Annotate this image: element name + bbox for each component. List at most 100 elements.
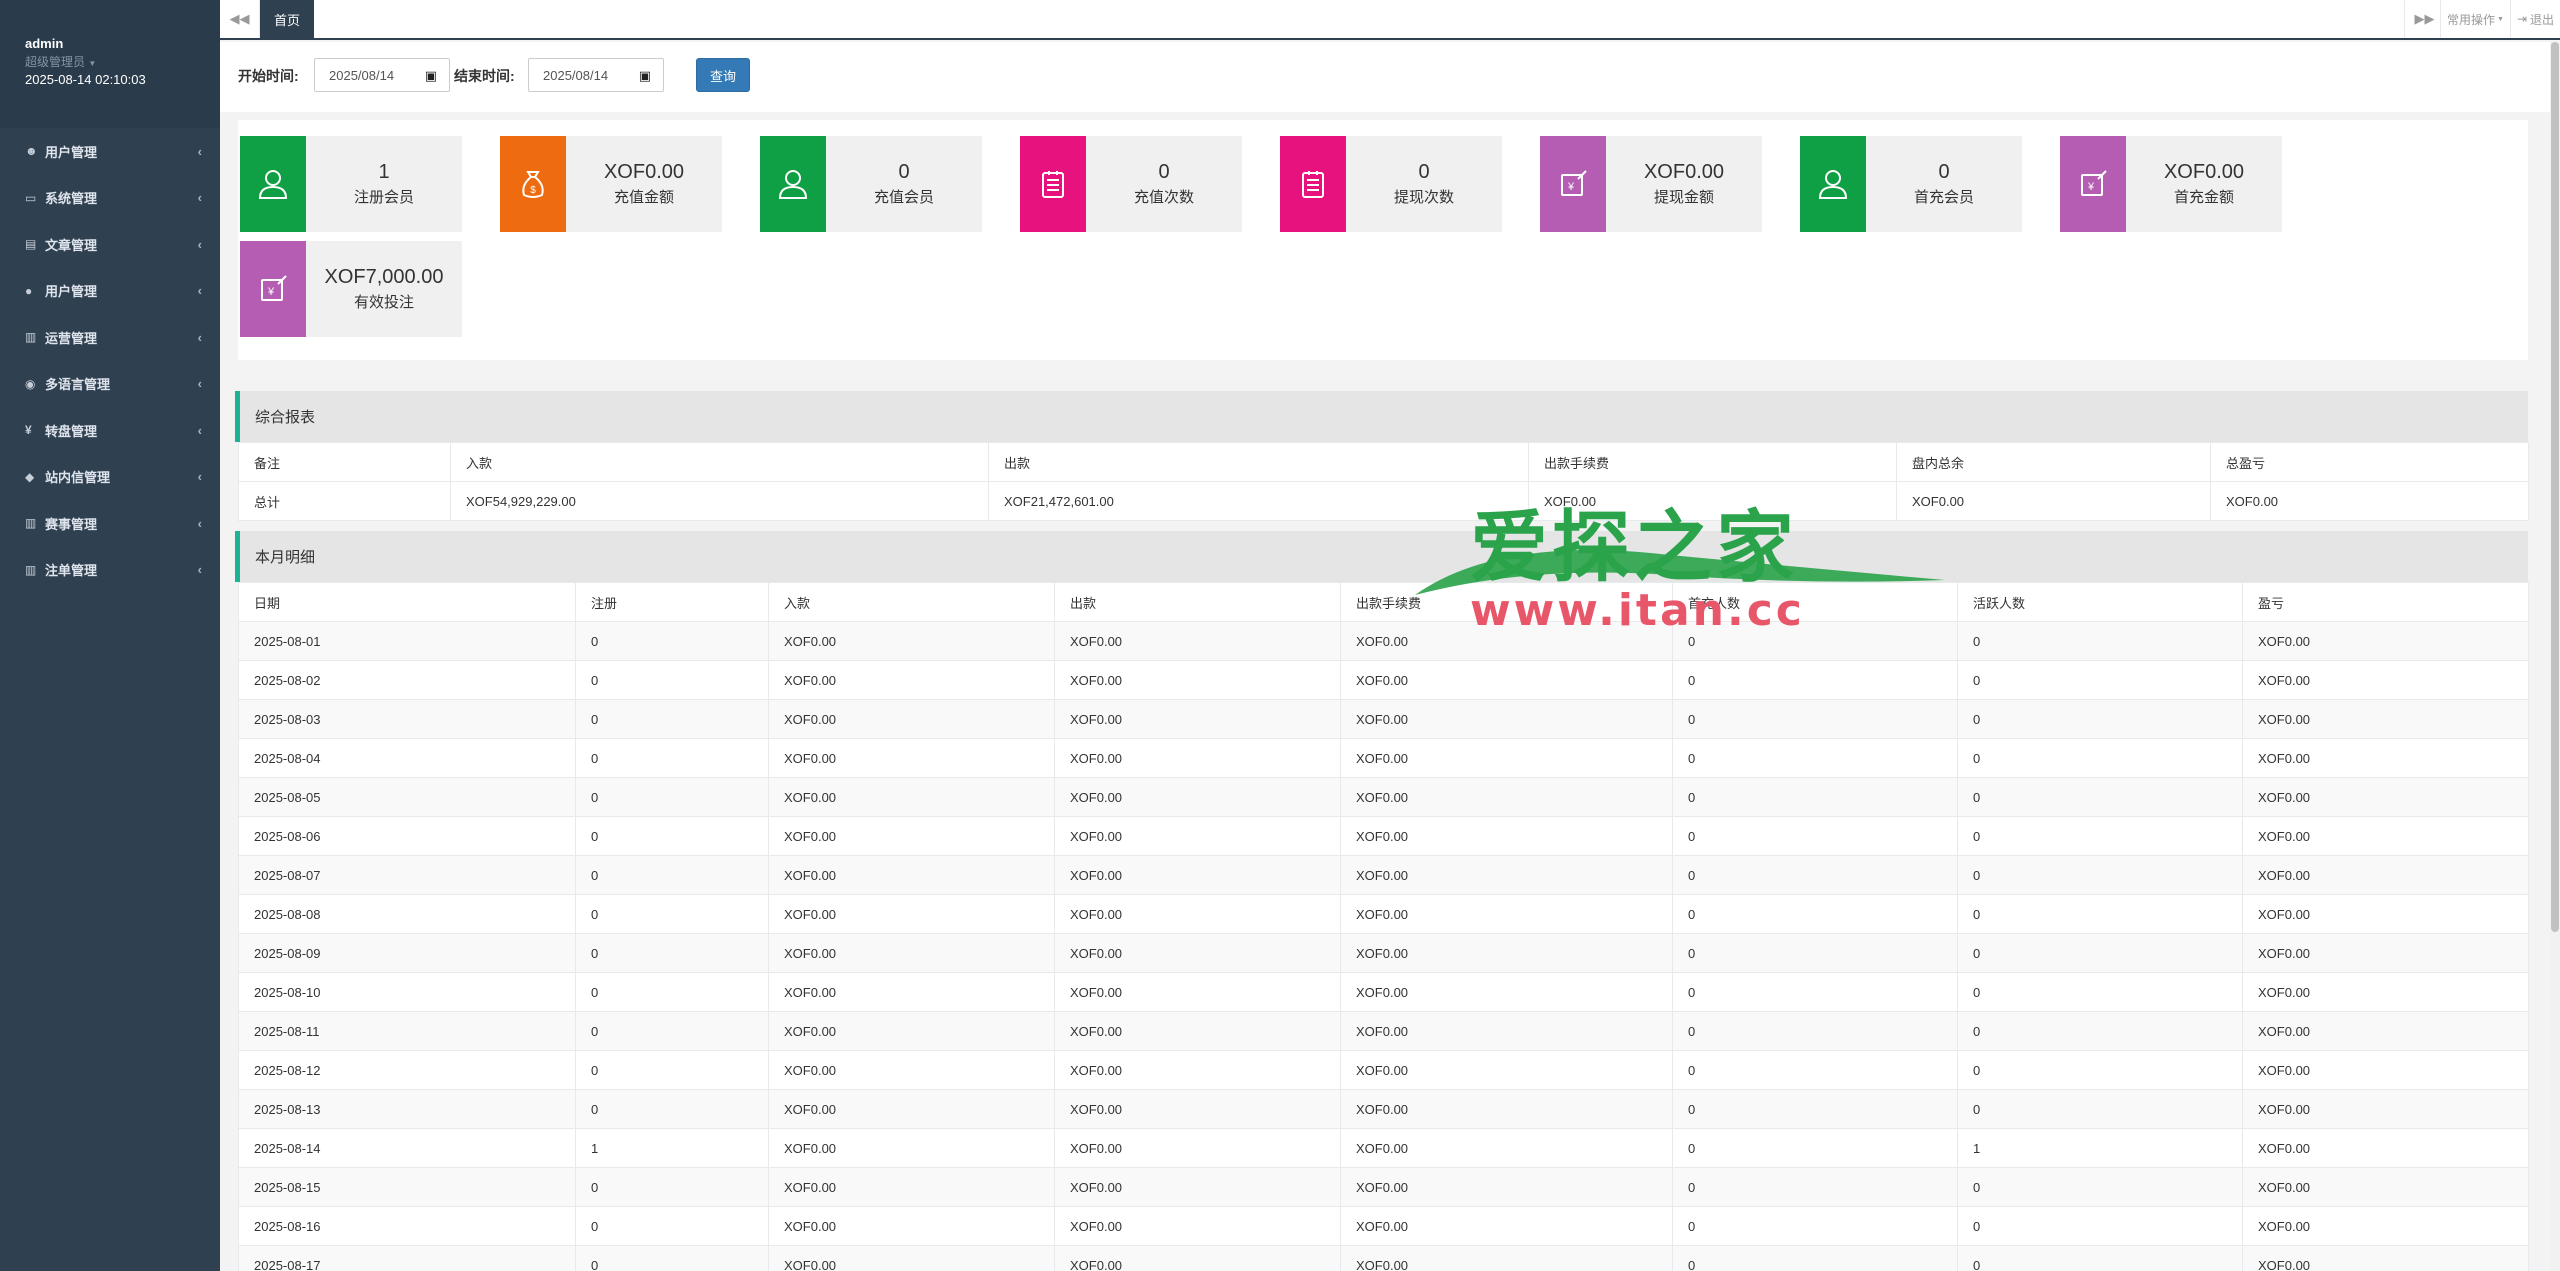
stats-panel: 1 注册会员 $ XOF0.00 充值金额 0 充值会员 0 充值次数 0 提现次数 ¥ XOF0.00…: [238, 120, 2528, 360]
start-date-input[interactable]: 2025/08/14 ▣: [314, 58, 450, 92]
calendar-icon[interactable]: ▣: [639, 68, 651, 84]
stat-value: XOF0.00: [603, 161, 685, 183]
table-cell: XOF0.00: [768, 1245, 1055, 1271]
table-row: 2025-08-15 0 XOF0.00 XOF0.00 XOF0.00 0 0 XOF0.0…: [238, 1167, 2529, 1207]
scrollbar-thumb[interactable]: [2551, 42, 2559, 932]
table-cell: 0: [1957, 699, 2243, 739]
sidebar-item-3[interactable]: ● 用户管理 ‹: [0, 268, 220, 315]
table-cell: XOF0.00: [1054, 699, 1341, 739]
svg-text:$: $: [530, 185, 536, 196]
table-cell: 0: [1672, 738, 1958, 778]
table-cell: XOF0.00: [1340, 699, 1673, 739]
table-cell: XOF0.00: [1340, 1245, 1673, 1271]
tabs-scroll-left-button[interactable]: ◀◀: [220, 0, 260, 38]
table-cell: XOF0.00: [1340, 660, 1673, 700]
table-cell: 2025-08-10: [238, 972, 576, 1012]
monthly-table: 日期 注册 入款 出款 出款手续费 首充人数 活跃人数 盈亏 2025-08-01 0 XOF0.0…: [238, 582, 2529, 1271]
username: admin: [25, 36, 64, 51]
table-cell: 2025-08-08: [238, 894, 576, 934]
table-cell: 0: [1957, 1050, 2243, 1090]
monthly-header-cell: 出款: [1054, 582, 1341, 622]
table-cell: XOF0.00: [1054, 1167, 1341, 1207]
table-cell: 2025-08-04: [238, 738, 576, 778]
table-cell: XOF0.00: [1340, 1128, 1673, 1168]
table-cell: XOF0.00: [768, 1050, 1055, 1090]
table-cell: 0: [575, 933, 769, 973]
sidebar-item-8[interactable]: ▥ 赛事管理 ‹: [0, 500, 220, 547]
yen-edit-icon: ¥: [1540, 136, 1606, 232]
globe-icon: ◉: [25, 376, 36, 391]
clipboard-icon: [1280, 136, 1346, 232]
tabs-scroll-right-button[interactable]: ▶▶: [2404, 0, 2444, 38]
table-cell: XOF0.00: [1054, 1245, 1341, 1271]
caret-down-icon: ▼: [88, 59, 97, 68]
table-cell: XOF0.00: [1054, 621, 1341, 661]
sidebar-item-7[interactable]: ◆ 站内信管理 ‹: [0, 454, 220, 501]
summary-header-cell: 入款: [450, 442, 989, 482]
login-datetime: 2025-08-14 02:10:03: [25, 72, 146, 87]
yen-edit-icon: ¥: [240, 241, 306, 337]
table-cell: XOF0.00: [2242, 933, 2529, 973]
role-dropdown[interactable]: 超级管理员 ▼: [25, 53, 220, 70]
table-cell: XOF0.00: [1340, 1206, 1673, 1246]
double-left-icon: ◀◀: [229, 11, 250, 26]
stat-card: ¥ XOF0.00 提现金额: [1540, 136, 1762, 232]
table-row: 2025-08-05 0 XOF0.00 XOF0.00 XOF0.00 0 0 XOF0.0…: [238, 777, 2529, 817]
stat-value: 0: [1938, 161, 1950, 183]
table-cell: XOF0.00: [1054, 738, 1341, 778]
stat-card: ¥ XOF7,000.00 有效投注: [240, 241, 462, 337]
sidebar-item-2[interactable]: ▤ 文章管理 ‹: [0, 221, 220, 268]
user-icon: ●: [25, 283, 33, 298]
stat-card-text: 0 充值次数: [1086, 136, 1242, 232]
sidebar-item-label: 赛事管理: [45, 516, 98, 532]
sidebar-item-label: 运营管理: [45, 330, 98, 346]
sidebar-item-label: 站内信管理: [45, 470, 111, 486]
calendar-icon[interactable]: ▣: [425, 68, 437, 84]
table-row: 2025-08-13 0 XOF0.00 XOF0.00 XOF0.00 0 0 XOF0.0…: [238, 1089, 2529, 1129]
table-row: 2025-08-06 0 XOF0.00 XOF0.00 XOF0.00 0 0 XOF0.0…: [238, 816, 2529, 856]
monthly-header-cell: 首充人数: [1672, 582, 1958, 622]
table-cell: 0: [1957, 972, 2243, 1012]
table-cell: 0: [575, 894, 769, 934]
sidebar-item-6[interactable]: ¥ 转盘管理 ‹: [0, 407, 220, 454]
page-scrollbar[interactable]: [2550, 42, 2560, 1271]
table-cell: 0: [1957, 621, 2243, 661]
table-cell: XOF0.00: [1340, 933, 1673, 973]
table-cell: XOF0.00: [2242, 1011, 2529, 1051]
query-button[interactable]: 查询: [696, 58, 750, 92]
table-cell: XOF0.00: [1054, 1011, 1341, 1051]
table-cell: XOF0.00: [1054, 816, 1341, 856]
table-cell: XOF0.00: [2242, 816, 2529, 856]
comment-icon: ◆: [25, 469, 35, 484]
stat-card: 0 提现次数: [1280, 136, 1502, 232]
summary-report-heading: 综合报表: [235, 391, 2528, 442]
table-cell: XOF0.00: [1054, 660, 1341, 700]
summary-cell: 总计: [238, 481, 451, 521]
table-cell: XOF0.00: [1340, 621, 1673, 661]
user-icon: [240, 136, 306, 232]
table-cell: 0: [1672, 660, 1958, 700]
table-cell: XOF0.00: [768, 1011, 1055, 1051]
table-cell: 0: [1672, 1089, 1958, 1129]
monthly-detail-heading: 本月明细: [235, 531, 2528, 582]
summary-cell: XOF21,472,601.00: [988, 481, 1529, 521]
stat-label: 有效投注: [353, 294, 414, 311]
table-cell: XOF0.00: [2242, 1089, 2529, 1129]
sidebar-item-4[interactable]: ▥ 运营管理 ‹: [0, 314, 220, 361]
table-cell: XOF0.00: [1054, 777, 1341, 817]
common-ops-dropdown[interactable]: 常用操作 ▼: [2440, 0, 2510, 38]
summary-cell: XOF0.00: [1896, 481, 2211, 521]
tab-home[interactable]: 首页: [260, 0, 314, 38]
stat-card-text: XOF0.00 首充金额: [2126, 136, 2282, 232]
table-cell: XOF0.00: [768, 1206, 1055, 1246]
end-date-input[interactable]: 2025/08/14 ▣: [528, 58, 664, 92]
sidebar-item-9[interactable]: ▥ 注单管理 ‹: [0, 547, 220, 594]
stat-value: 0: [1418, 161, 1430, 183]
logout-button[interactable]: ⇥ 退出: [2510, 0, 2560, 38]
sidebar-item-0[interactable]: ☻ 用户管理 ‹: [0, 128, 220, 175]
table-cell: 0: [1672, 894, 1958, 934]
stat-card: $ XOF0.00 充值金额: [500, 136, 722, 232]
table-cell: 0: [1672, 1167, 1958, 1207]
sidebar-item-5[interactable]: ◉ 多语言管理 ‹: [0, 361, 220, 408]
sidebar-item-1[interactable]: ▭ 系统管理 ‹: [0, 175, 220, 222]
